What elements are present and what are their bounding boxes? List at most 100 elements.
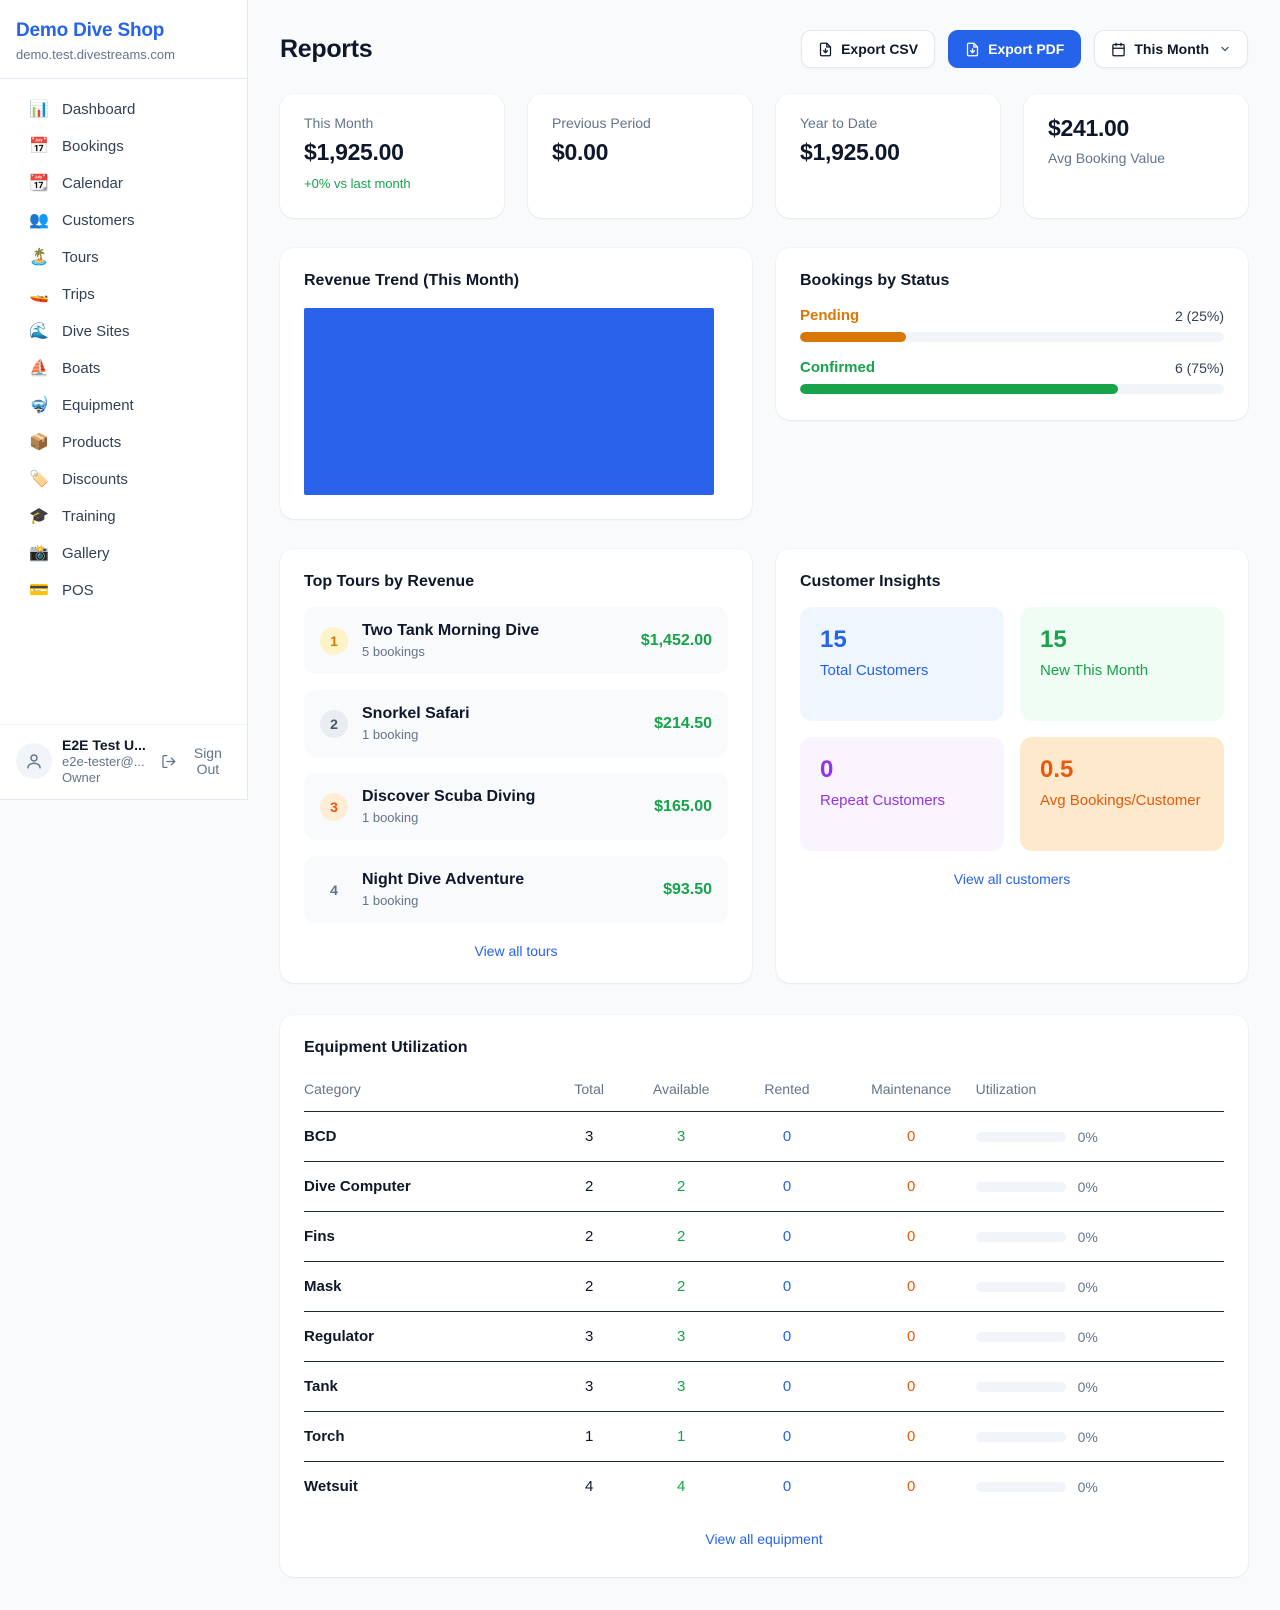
column-header-available: Available (635, 1071, 727, 1112)
view-all-tours-link[interactable]: View all tours (304, 943, 728, 959)
tour-name: Snorkel Safari (362, 705, 470, 723)
insight-tile: 0 Repeat Customers (800, 737, 1004, 851)
cell-available: 3 (635, 1112, 727, 1162)
insight-tile: 15 Total Customers (800, 607, 1004, 721)
period-dropdown[interactable]: This Month (1094, 30, 1248, 68)
export-csv-button[interactable]: Export CSV (801, 30, 935, 68)
insight-label: New This Month (1040, 662, 1204, 679)
progress-track (800, 384, 1224, 394)
utilization-bar (976, 1332, 1066, 1342)
insight-tile: 0.5 Avg Bookings/Customer (1020, 737, 1224, 851)
sidebar-nav-item[interactable]: 🎓 Training (0, 498, 247, 535)
cell-total: 3 (543, 1312, 635, 1362)
cell-maintenance: 0 (847, 1462, 976, 1512)
revenue-trend-title: Revenue Trend (This Month) (304, 272, 728, 290)
rank-badge: 1 (320, 627, 348, 655)
stat-card-this-month: This Month $1,925.00 +0% vs last month (280, 94, 504, 218)
tour-name: Discover Scuba Diving (362, 788, 535, 806)
sidebar-nav-item[interactable]: 🤿 Equipment (0, 387, 247, 424)
cell-utilization: 0% (976, 1262, 1224, 1312)
revenue-trend-bar-chart (304, 308, 714, 495)
export-pdf-button[interactable]: Export PDF (948, 30, 1081, 68)
nav-item-icon: 🏝️ (29, 250, 49, 266)
sidebar-nav-item[interactable]: 🌊 Dive Sites (0, 313, 247, 350)
sidebar-nav-item[interactable]: 👥 Customers (0, 202, 247, 239)
sidebar-nav: 📊 Dashboard 📅 Bookings 📆 Calendar 👥 Cust… (0, 79, 247, 724)
tour-row: 3 Discover Scuba Diving 1 booking $165.0… (304, 773, 728, 840)
sidebar-nav-item[interactable]: 📆 Calendar (0, 165, 247, 202)
nav-item-label: Equipment (62, 397, 134, 414)
cell-category: Torch (304, 1412, 543, 1462)
rank-badge: 3 (320, 793, 348, 821)
nav-item-label: POS (62, 582, 94, 599)
cell-rented: 0 (727, 1112, 847, 1162)
cell-maintenance: 0 (847, 1212, 976, 1262)
sidebar-nav-item[interactable]: 📸 Gallery (0, 535, 247, 572)
nav-item-icon: 💳 (29, 583, 49, 599)
cell-maintenance: 0 (847, 1162, 976, 1212)
utilization-percent: 0% (1078, 1329, 1098, 1345)
cell-category: Wetsuit (304, 1462, 543, 1512)
insight-value: 0.5 (1040, 756, 1204, 784)
nav-item-icon: 🏷️ (29, 472, 49, 488)
stat-label: Year to Date (800, 115, 976, 131)
stat-label: Avg Booking Value (1048, 150, 1224, 166)
cell-available: 2 (635, 1212, 727, 1262)
cell-total: 1 (543, 1412, 635, 1462)
cell-total: 3 (543, 1362, 635, 1412)
stat-value: $241.00 (1048, 115, 1224, 142)
nav-item-label: Boats (62, 360, 100, 377)
sidebar-nav-item[interactable]: 📊 Dashboard (0, 91, 247, 128)
cell-available: 1 (635, 1412, 727, 1462)
insight-label: Total Customers (820, 662, 984, 679)
sidebar-nav-item[interactable]: 💳 POS (0, 572, 247, 609)
export-pdf-label: Export PDF (988, 41, 1064, 57)
stat-card-previous-period: Previous Period $0.00 (528, 94, 752, 218)
equipment-utilization-title: Equipment Utilization (304, 1039, 1224, 1057)
sidebar-nav-item[interactable]: 🏝️ Tours (0, 239, 247, 276)
view-all-equipment-link[interactable]: View all equipment (304, 1531, 1224, 1547)
status-label: Pending (800, 307, 859, 324)
tour-amount: $1,452.00 (641, 632, 712, 650)
cell-available: 2 (635, 1162, 727, 1212)
nav-item-label: Tours (62, 249, 99, 266)
cell-rented: 0 (727, 1212, 847, 1262)
sidebar-nav-item[interactable]: 📅 Bookings (0, 128, 247, 165)
sidebar-nav-item[interactable]: 🚤 Trips (0, 276, 247, 313)
status-row-pending: Pending 2 (25%) (800, 307, 1224, 342)
utilization-bar (976, 1132, 1066, 1142)
user-name: E2E Test U... (62, 737, 151, 753)
tour-bookings: 1 booking (362, 727, 470, 742)
bookings-by-status-title: Bookings by Status (800, 272, 1224, 290)
utilization-percent: 0% (1078, 1279, 1098, 1295)
cell-total: 2 (543, 1212, 635, 1262)
sidebar-nav-item[interactable]: 📦 Products (0, 424, 247, 461)
calendar-icon (1111, 42, 1126, 57)
utilization-bar (976, 1482, 1066, 1492)
insight-value: 0 (820, 756, 984, 784)
sign-out-button[interactable]: Sign Out (161, 745, 233, 777)
stat-label: Previous Period (552, 115, 728, 131)
utilization-percent: 0% (1078, 1479, 1098, 1495)
cell-utilization: 0% (976, 1412, 1224, 1462)
tour-bookings: 5 bookings (362, 644, 539, 659)
sidebar-nav-item[interactable]: 🏷️ Discounts (0, 461, 247, 498)
utilization-bar (976, 1432, 1066, 1442)
nav-item-label: Discounts (62, 471, 128, 488)
nav-item-icon: 📅 (29, 139, 49, 155)
table-row: Torch 1 1 0 0 0% (304, 1412, 1224, 1462)
cell-rented: 0 (727, 1162, 847, 1212)
utilization-bar (976, 1282, 1066, 1292)
cell-category: Dive Computer (304, 1162, 543, 1212)
cell-utilization: 0% (976, 1362, 1224, 1412)
charts-row: Revenue Trend (This Month) Bookings by S… (280, 248, 1248, 519)
nav-item-icon: 📸 (29, 546, 49, 562)
tour-row: 2 Snorkel Safari 1 booking $214.50 (304, 690, 728, 757)
status-label: Confirmed (800, 359, 875, 376)
sidebar-nav-item[interactable]: ⛵ Boats (0, 350, 247, 387)
insight-value: 15 (820, 626, 984, 654)
nav-item-label: Calendar (62, 175, 123, 192)
table-row: Mask 2 2 0 0 0% (304, 1262, 1224, 1312)
view-all-customers-link[interactable]: View all customers (800, 871, 1224, 887)
insight-label: Avg Bookings/Customer (1040, 792, 1204, 809)
